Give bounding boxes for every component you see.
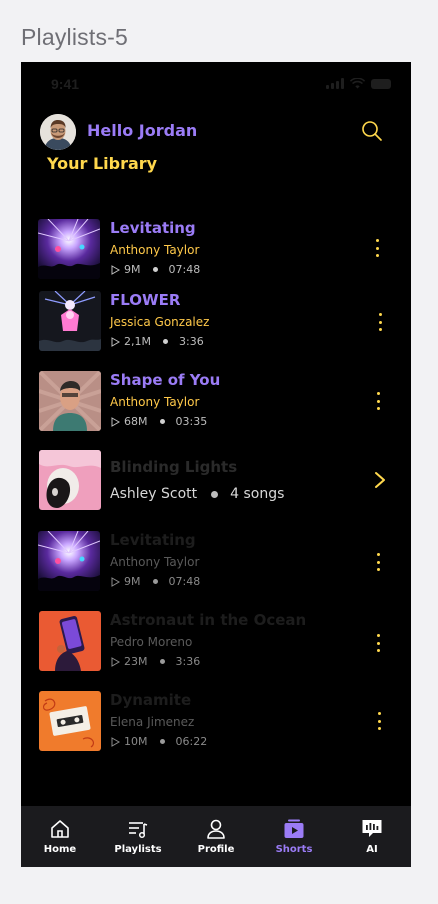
tab-playlists[interactable]: Playlists xyxy=(103,818,173,855)
play-count-icon xyxy=(111,576,120,587)
more-options-icon[interactable] xyxy=(373,392,383,410)
cover-art xyxy=(39,450,101,510)
battery-icon xyxy=(371,78,391,89)
track-artist: Anthony Taylor xyxy=(110,243,200,257)
chat-ai-icon xyxy=(362,820,382,837)
playlist-icon xyxy=(129,822,148,839)
play-count: 68M xyxy=(124,415,148,428)
tab-label: Playlists xyxy=(114,844,162,855)
track-duration: 07:48 xyxy=(168,263,201,276)
track-row[interactable]: Shape of You Anthony Taylor 68M 03:35 xyxy=(21,371,411,433)
track-meta: 68M 03:35 xyxy=(110,415,207,428)
separator-dot xyxy=(159,659,165,664)
track-row[interactable]: FLOWER Jessica Gonzalez 2,1M 3:36 xyxy=(21,291,411,353)
cover-art xyxy=(39,691,101,751)
tab-label: Shorts xyxy=(275,844,313,855)
track-title: FLOWER xyxy=(110,291,181,309)
track-meta: 9M 07:48 xyxy=(110,263,200,276)
more-options-icon[interactable] xyxy=(373,553,383,571)
separator-dot xyxy=(159,739,165,744)
track-row[interactable]: Levitating Anthony Taylor 9M 07:48 xyxy=(21,531,411,593)
track-duration: 03:35 xyxy=(175,415,208,428)
track-meta: 9M 07:48 xyxy=(110,575,200,588)
track-meta: 2,1M 3:36 xyxy=(110,335,204,348)
chevron-right-icon[interactable] xyxy=(373,470,387,490)
track-artist: Jessica Gonzalez xyxy=(110,315,210,329)
signal-icon xyxy=(326,78,344,89)
user-icon xyxy=(207,819,225,839)
frame-title: Playlists-5 xyxy=(21,24,129,50)
more-options-icon[interactable] xyxy=(375,313,385,331)
album-artist: Ashley Scott xyxy=(110,486,198,502)
track-duration: 3:36 xyxy=(178,335,204,348)
separator-dot xyxy=(162,339,168,344)
track-row[interactable]: Dynamite Elena Jimenez 10M 06:22 xyxy=(21,691,411,753)
cover-art xyxy=(38,219,100,279)
avatar[interactable] xyxy=(40,114,76,150)
play-count-icon xyxy=(111,656,120,667)
track-title: Dynamite xyxy=(110,691,192,709)
status-time: 9:41 xyxy=(51,76,80,92)
album-song-count: 4 songs xyxy=(230,486,285,502)
play-count: 9M xyxy=(124,263,141,276)
album-title: Blinding Lights xyxy=(110,458,238,476)
home-icon xyxy=(51,820,69,838)
play-count: 23M xyxy=(124,655,148,668)
play-count-icon xyxy=(111,264,120,275)
cover-art xyxy=(39,371,101,431)
track-artist: Elena Jimenez xyxy=(110,715,195,729)
track-meta: 10M 06:22 xyxy=(110,735,207,748)
cover-art xyxy=(39,291,101,351)
track-artist: Anthony Taylor xyxy=(110,395,200,409)
more-options-icon[interactable] xyxy=(373,634,383,652)
track-duration: 06:22 xyxy=(175,735,208,748)
track-artist: Pedro Moreno xyxy=(110,635,193,649)
play-count: 9M xyxy=(124,575,141,588)
search-icon[interactable] xyxy=(361,120,383,142)
tab-label: AI xyxy=(366,844,378,855)
bottom-tab-bar: Home Playlists Profile Shorts AI xyxy=(21,806,411,867)
page-title: Your Library xyxy=(47,154,158,173)
track-row[interactable]: Levitating Anthony Taylor 9M 07:48 xyxy=(21,219,411,281)
play-box-icon xyxy=(284,819,304,838)
track-row[interactable]: Astronaut in the Ocean Pedro Moreno 23M … xyxy=(21,611,411,673)
separator-dot xyxy=(211,490,219,498)
track-title: Levitating xyxy=(110,219,196,237)
wifi-icon xyxy=(350,78,365,89)
album-meta: Ashley Scott 4 songs xyxy=(110,486,284,502)
more-options-icon[interactable] xyxy=(372,239,382,257)
play-count-icon xyxy=(111,416,120,427)
track-duration: 3:36 xyxy=(175,655,201,668)
track-title: Levitating xyxy=(110,531,196,549)
separator-dot xyxy=(159,419,165,424)
track-artist: Anthony Taylor xyxy=(110,555,200,569)
track-title: Astronaut in the Ocean xyxy=(110,611,307,629)
phone-screen: 9:41 Hello Jordan Your Library Levitatin… xyxy=(21,62,411,867)
separator-dot xyxy=(152,267,158,272)
play-count-icon xyxy=(111,736,120,747)
tab-label: Profile xyxy=(197,844,235,855)
play-count: 2,1M xyxy=(124,335,151,348)
track-title: Shape of You xyxy=(110,371,221,389)
tab-ai[interactable]: AI xyxy=(337,818,407,855)
tab-label: Home xyxy=(43,844,77,855)
more-options-icon[interactable] xyxy=(374,712,384,730)
tab-home[interactable]: Home xyxy=(25,818,95,855)
album-row[interactable]: Blinding Lights Ashley Scott 4 songs xyxy=(21,450,411,512)
track-duration: 07:48 xyxy=(168,575,201,588)
cover-art xyxy=(38,531,100,591)
track-meta: 23M 3:36 xyxy=(110,655,200,668)
separator-dot xyxy=(152,579,158,584)
tab-shorts[interactable]: Shorts xyxy=(259,818,329,855)
status-icons xyxy=(326,78,391,89)
cover-art xyxy=(39,611,101,671)
tab-profile[interactable]: Profile xyxy=(181,818,251,855)
play-count: 10M xyxy=(124,735,148,748)
greeting-text: Hello Jordan xyxy=(87,121,198,140)
play-count-icon xyxy=(111,336,120,347)
